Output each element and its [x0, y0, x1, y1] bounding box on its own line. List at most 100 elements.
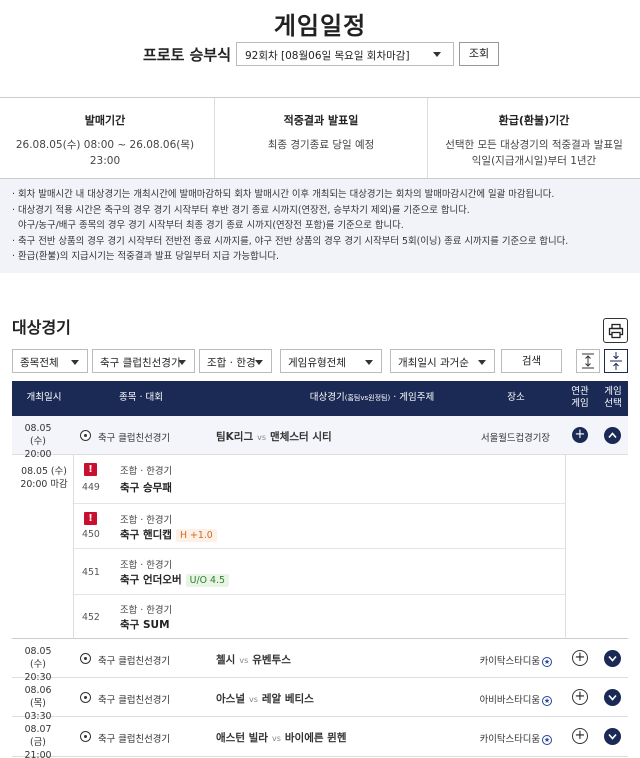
- round-select[interactable]: 92회차 [08월06일 목요일 회차마감]: [236, 42, 454, 66]
- sport-filter-value: 종목전체: [20, 357, 59, 369]
- game-name: 축구 핸디캡 H +1.0: [120, 527, 217, 542]
- related-games-button[interactable]: +: [572, 650, 588, 666]
- expand-button[interactable]: [604, 728, 621, 745]
- th-match: 대상경기(홈팀vs원정팀) · 게임주제: [309, 392, 435, 403]
- close-date: 08.05 (수): [21, 466, 67, 477]
- table-row[interactable]: 08.05 (수) 20:30 축구 클럽친선경기 첼시 vs 유벤투스 카이탁스타…: [12, 639, 628, 683]
- match-venue: 서울월드컵경기장: [480, 433, 550, 444]
- match-league: 축구 클럽친선경기: [98, 734, 170, 745]
- sale-period-value: 26.08.05(수) 08:00 ~ 26.08.06(목) 23:00: [15, 139, 195, 167]
- star-icon[interactable]: ★: [542, 734, 552, 745]
- related-games-button[interactable]: +: [572, 427, 588, 443]
- table-row[interactable]: 08.07 (금) 21:00 축구 클럽친선경기 애스턴 빌라 vs 바이에른 뮌…: [12, 717, 628, 758]
- result-date-value: 최종 경기종료 당일 예정: [267, 139, 375, 151]
- match-date: 08.06 (목): [24, 685, 52, 709]
- table-header: 개최일시 종목 · 대회 대상경기(홈팀vs원정팀) · 게임주제 장소 연관 게…: [12, 381, 628, 416]
- chevron-down-icon: [608, 733, 617, 740]
- match-league: 축구 클럽친선경기: [98, 656, 170, 667]
- th-venue: 장소: [507, 392, 525, 403]
- match-teams: 아스널 vs 레알 베티스: [216, 691, 314, 706]
- game-category: 조합 · 한경기: [120, 605, 173, 616]
- home-team: 애스턴 빌라: [216, 732, 268, 744]
- match-date: 08.05 (수): [24, 646, 52, 670]
- vs-label: vs: [271, 734, 281, 743]
- away-team: 바이에른 뮌헨: [284, 732, 347, 744]
- expand-button[interactable]: [604, 689, 621, 706]
- notice-item: · 대상경기 적용 시간은 축구의 경우 경기 시작부터 후반 경기 종료 시까…: [12, 204, 470, 216]
- home-team: 팀K리그: [216, 431, 254, 443]
- refund-period-value: 선택한 모든 대상경기의 적중결과 발표일 익일(지급개시일)부터 1년간: [428, 137, 640, 169]
- section-title: 대상경기: [12, 318, 71, 337]
- related-games-button[interactable]: +: [572, 689, 588, 705]
- refund-line: 익일(지급개시일)부터 1년간: [471, 155, 597, 167]
- expand-all-button[interactable]: [576, 349, 600, 373]
- list-item[interactable]: 452 조합 · 한경기 축구 SUM: [74, 595, 566, 639]
- chevron-down-icon: [178, 360, 186, 365]
- sport-filter[interactable]: 종목전체: [12, 349, 88, 373]
- collapse-button[interactable]: [604, 427, 621, 444]
- vs-label: vs: [257, 433, 267, 442]
- order-filter[interactable]: 개최일시 과거순: [390, 349, 495, 373]
- combo-filter[interactable]: 조합 · 한경: [199, 349, 272, 373]
- league-filter-value: 축구 클럽친선경기: [100, 357, 181, 369]
- match-datetime: 08.07 (금) 21:00: [18, 723, 58, 758]
- home-team: 첼시: [216, 654, 236, 666]
- vs-label: vs: [248, 695, 258, 704]
- star-icon[interactable]: ★: [542, 695, 552, 706]
- list-item[interactable]: ! 450 조합 · 한경기 축구 핸디캡 H +1.0: [74, 504, 566, 549]
- game-category: 조합 · 한경기: [120, 466, 173, 477]
- chevron-down-icon: [478, 360, 486, 365]
- soccer-ball-icon: [80, 731, 91, 742]
- list-item[interactable]: 451 조합 · 한경기 축구 언더오버 U/O 4.5: [74, 549, 566, 595]
- star-icon[interactable]: ★: [542, 656, 552, 667]
- related-games-button[interactable]: +: [572, 728, 588, 744]
- search-button[interactable]: 검색: [501, 349, 562, 373]
- list-item[interactable]: ! 449 조합 · 한경기 축구 승무패: [74, 455, 566, 504]
- table-row[interactable]: 08.06 (목) 03:30 축구 클럽친선경기 아스널 vs 레알 베티스 아비…: [12, 678, 628, 722]
- result-date-heading: 적중결과 발표일: [283, 114, 359, 127]
- vs-label: vs: [239, 656, 249, 665]
- home-team: 아스널: [216, 693, 245, 705]
- game-category: 조합 · 한경기: [120, 560, 173, 571]
- result-date: 적중결과 발표일 최종 경기종료 당일 예정: [215, 98, 427, 178]
- chevron-down-icon: [608, 694, 617, 701]
- collapse-all-button[interactable]: [604, 349, 628, 373]
- game-name: 축구 SUM: [120, 619, 170, 631]
- game-number: 452: [82, 612, 100, 623]
- product-label: 프로토 승부식: [143, 46, 232, 64]
- lookup-button[interactable]: 조회: [459, 42, 499, 66]
- league-filter[interactable]: 축구 클럽친선경기: [92, 349, 195, 373]
- expand-button[interactable]: [604, 650, 621, 667]
- table-row[interactable]: 08.05 (수) 20:00 축구 클럽친선경기 팀K리그 vs 맨체스터 시티 …: [12, 416, 628, 460]
- notice-item: · 축구 전반 상품의 경우 경기 시작부터 전반전 종료 시까지를, 야구 전…: [12, 235, 569, 247]
- sale-period-heading: 발매기간: [84, 114, 126, 127]
- chevron-up-icon: [608, 432, 617, 439]
- match-league: 축구 클럽친선경기: [98, 433, 170, 444]
- print-button[interactable]: [603, 318, 628, 343]
- game-number: 450: [82, 529, 100, 540]
- game-type-filter-value: 게임유형전체: [288, 357, 346, 369]
- game-type-filter[interactable]: 게임유형전체: [280, 349, 382, 373]
- game-number: 449: [82, 482, 100, 493]
- sale-period: 발매기간 26.08.05(수) 08:00 ~ 26.08.06(목) 23:…: [0, 98, 210, 178]
- match-league: 축구 클럽친선경기: [98, 695, 170, 706]
- expanded-games: 08.05 (수) 20:00 마감 ! 449 조합 · 한경기 축구 승무패…: [12, 455, 628, 639]
- combo-filter-value: 조합 · 한경: [207, 357, 256, 369]
- underover-tag: U/O 4.5: [185, 574, 229, 587]
- match-venue: 아비바스타디움 ★: [479, 695, 552, 706]
- game-number: 451: [82, 567, 100, 578]
- chevron-down-icon: [433, 52, 441, 57]
- match-teams: 첼시 vs 유벤투스: [216, 652, 291, 667]
- refund-line: 선택한 모든 대상경기의 적중결과 발표일: [445, 139, 623, 151]
- chevron-down-icon: [365, 360, 373, 365]
- notice-item: · 회차 발매시간 내 대상경기는 개최시간에 발매마감하되 회차 발매시간 이…: [12, 189, 555, 200]
- soccer-ball-icon: [80, 430, 91, 441]
- notice-item: 야구/농구/배구 종목의 경우 경기 시작부터 최종 경기 종료 시까지(연장전…: [17, 220, 404, 232]
- soccer-ball-icon: [80, 692, 91, 703]
- close-time: 08.05 (수) 20:00 마감: [12, 455, 74, 639]
- th-datetime: 개최일시: [26, 392, 62, 403]
- match-time: 21:00: [24, 750, 52, 758]
- match-date: 08.07 (금): [24, 724, 52, 748]
- chevron-down-icon: [71, 360, 79, 365]
- away-team: 맨체스터 시티: [270, 431, 332, 443]
